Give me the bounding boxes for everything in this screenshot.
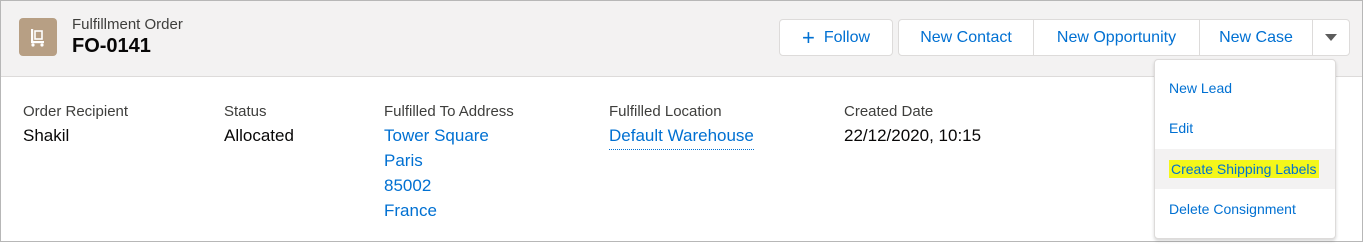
- address-line-city[interactable]: Paris: [384, 151, 423, 171]
- order-recipient-value: Shakil: [23, 126, 70, 145]
- fulfilled-location-value[interactable]: Default Warehouse: [609, 126, 754, 150]
- status-label: Status: [224, 103, 267, 120]
- follow-label: Follow: [823, 28, 871, 46]
- address-line-country[interactable]: France: [384, 201, 437, 221]
- fulfilled-location-link[interactable]: Default Warehouse: [609, 126, 754, 150]
- fulfilled-location-label: Fulfilled Location: [609, 103, 722, 120]
- menu-item-delete-consignment[interactable]: Delete Consignment: [1155, 189, 1335, 229]
- new-contact-button[interactable]: New Contact: [898, 19, 1034, 56]
- chevron-down-icon: [1325, 33, 1337, 41]
- dolly-icon: [19, 18, 57, 56]
- created-date-value: 22/12/2020, 10:15: [844, 126, 982, 145]
- order-recipient-label: Order Recipient: [23, 103, 129, 120]
- create-shipping-labels-label: Create Shipping Labels: [1169, 160, 1319, 178]
- more-actions-button[interactable]: [1312, 19, 1350, 56]
- new-opportunity-button[interactable]: New Opportunity: [1033, 19, 1200, 56]
- address-line-postcode[interactable]: 85002: [384, 176, 431, 196]
- address-line-street[interactable]: Tower Square: [384, 126, 489, 146]
- menu-item-create-shipping-labels[interactable]: Create Shipping Labels: [1155, 149, 1335, 189]
- menu-item-edit[interactable]: Edit: [1155, 108, 1335, 148]
- new-case-button[interactable]: New Case: [1199, 19, 1313, 56]
- menu-item-new-lead[interactable]: New Lead: [1155, 68, 1335, 108]
- created-date-label: Created Date: [844, 103, 934, 120]
- plus-icon: +: [801, 24, 815, 50]
- object-type-label: Fulfillment Order: [72, 16, 183, 33]
- status-value: Allocated: [224, 126, 294, 145]
- record-title: FO-0141: [72, 35, 151, 57]
- follow-button[interactable]: + Follow: [779, 19, 893, 56]
- fulfilled-to-address-label: Fulfilled To Address: [384, 103, 514, 120]
- more-actions-menu: New Lead Edit Create Shipping Labels Del…: [1154, 59, 1336, 239]
